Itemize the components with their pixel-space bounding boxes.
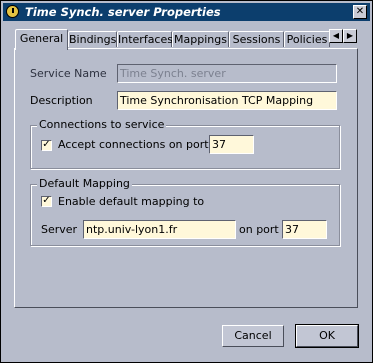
description-label: Description <box>30 94 93 107</box>
connections-group-title: Connections to service <box>37 118 167 131</box>
mapping-server-field[interactable]: ntp.univ-lyon1.fr <box>83 220 236 239</box>
tab-interfaces[interactable]: Interfaces <box>117 31 173 47</box>
tab-scroll-left-button[interactable]: ◀ <box>329 29 343 43</box>
properties-dialog: Time Synch. server Properties ✕ General … <box>0 0 373 363</box>
tab-scroll-right-button[interactable]: ▶ <box>343 29 357 43</box>
tab-general[interactable]: General <box>15 29 68 50</box>
default-mapping-group: Default Mapping ✓ Enable default mapping… <box>30 177 340 246</box>
ok-button[interactable]: OK <box>295 324 359 348</box>
general-page: Service Name Time Synch. server Descript… <box>14 48 358 308</box>
mapping-port-field[interactable]: 37 <box>282 220 327 239</box>
tab-mappings[interactable]: Mappings <box>172 31 229 47</box>
server-label: Server <box>41 223 78 236</box>
close-icon: ✕ <box>355 6 365 17</box>
tab-policies[interactable]: Policies <box>284 31 330 47</box>
title-bar[interactable]: Time Synch. server Properties ✕ <box>3 3 370 21</box>
description-field[interactable]: Time Synchronisation TCP Mapping <box>117 91 337 110</box>
default-mapping-group-title: Default Mapping <box>37 177 132 190</box>
service-name-field: Time Synch. server <box>117 64 337 83</box>
checkmark-icon: ✓ <box>42 139 51 150</box>
service-name-label: Service Name <box>30 67 107 80</box>
service-port-field[interactable]: 37 <box>209 135 254 154</box>
connections-group: Connections to service ✓ Accept connecti… <box>30 118 340 169</box>
window-title: Time Synch. server Properties <box>25 5 221 19</box>
checkmark-icon: ✓ <box>42 195 51 206</box>
close-button[interactable]: ✕ <box>353 5 367 19</box>
tab-sessions[interactable]: Sessions <box>229 31 284 47</box>
accept-connections-label: Accept connections on port <box>58 138 209 151</box>
enable-default-mapping-label: Enable default mapping to <box>58 195 205 208</box>
enable-default-mapping-checkbox[interactable]: ✓ <box>41 196 52 207</box>
tab-bindings[interactable]: Bindings <box>68 31 117 47</box>
app-icon <box>6 5 19 18</box>
arrow-right-icon: ▶ <box>346 31 354 40</box>
on-port-label: on port <box>239 223 279 236</box>
arrow-left-icon: ◀ <box>332 31 340 40</box>
accept-connections-checkbox[interactable]: ✓ <box>41 140 52 151</box>
cancel-button[interactable]: Cancel <box>222 325 284 347</box>
